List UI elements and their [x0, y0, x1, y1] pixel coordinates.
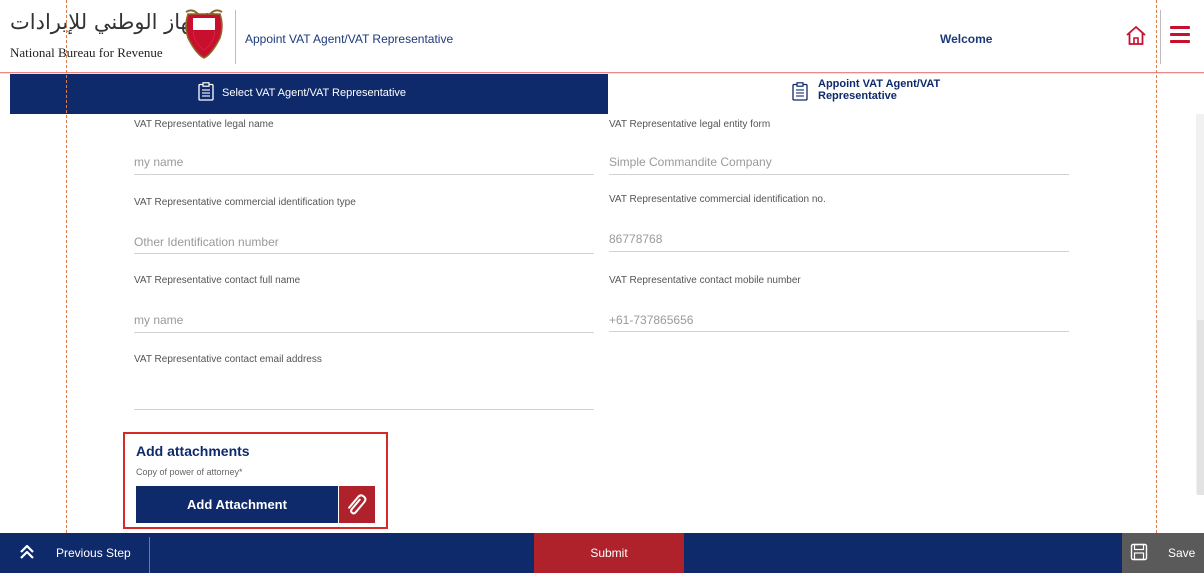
commercial-id-type-field[interactable]: Other Identification number	[134, 235, 279, 249]
contact-full-name-label: VAT Representative contact full name	[134, 275, 301, 286]
contact-full-name-field[interactable]: my name	[134, 313, 183, 327]
page-title: Appoint VAT Agent/VAT Representative	[245, 32, 454, 46]
save-button[interactable]: Save	[1122, 533, 1204, 573]
guide-line	[1156, 0, 1157, 573]
submit-button[interactable]: Submit	[534, 533, 684, 573]
emblem-icon	[185, 9, 223, 59]
attach-clip-button[interactable]	[339, 486, 375, 523]
header-divider-right	[1160, 10, 1161, 64]
logo-english-text: National Bureau for Revenue	[10, 45, 163, 60]
clipboard-icon	[792, 82, 808, 101]
save-label: Save	[1168, 546, 1196, 560]
field-underline	[609, 251, 1069, 252]
step-label: Select VAT Agent/VAT Representative	[222, 87, 407, 99]
legal-name-field[interactable]: my name	[134, 155, 183, 169]
step-select-agent[interactable]: Select VAT Agent/VAT Representative	[10, 74, 608, 114]
step-label: Appoint VAT Agent/VAT Representative	[818, 78, 941, 102]
header-divider	[235, 10, 236, 64]
home-icon[interactable]	[1124, 24, 1148, 48]
logo[interactable]: الجهاز الوطني للإيرادات National Bureau …	[8, 8, 228, 66]
commercial-id-type-label: VAT Representative commercial identifica…	[134, 197, 356, 208]
previous-step-button[interactable]: Previous Step	[0, 533, 148, 573]
field-underline	[609, 174, 1069, 175]
legal-name-label: VAT Representative legal name	[134, 119, 274, 130]
field-underline	[609, 331, 1069, 332]
footer-bar: Previous Step Submit Save	[0, 533, 1204, 573]
commercial-id-no-field[interactable]: 86778768	[609, 232, 662, 246]
contact-mobile-label: VAT Representative contact mobile number	[609, 275, 801, 286]
attachments-title: Add attachments	[136, 443, 250, 459]
field-underline	[134, 332, 594, 333]
chevron-double-up-icon	[20, 544, 34, 559]
attachments-section: Add attachments Copy of power of attorne…	[123, 432, 388, 529]
guide-line	[66, 0, 67, 573]
paperclip-icon	[348, 494, 367, 515]
previous-step-label: Previous Step	[56, 546, 131, 560]
header-bottom-line	[0, 72, 1204, 73]
add-attachment-button[interactable]: Add Attachment	[136, 486, 338, 523]
field-underline	[134, 253, 594, 254]
field-underline	[134, 174, 594, 175]
hamburger-menu-icon[interactable]	[1170, 26, 1190, 44]
legal-entity-form-label: VAT Representative legal entity form	[609, 119, 771, 130]
footer-divider	[149, 537, 150, 573]
save-icon	[1130, 543, 1148, 561]
contact-mobile-field[interactable]: +61-737865656	[609, 313, 693, 327]
step-appoint-agent[interactable]: Appoint VAT Agent/VAT Representative	[608, 74, 1204, 114]
scrollbar-thumb[interactable]	[1197, 320, 1204, 495]
welcome-text: Welcome	[940, 32, 993, 46]
commercial-id-no-label: VAT Representative commercial identifica…	[609, 194, 826, 205]
clipboard-icon	[198, 82, 214, 101]
app-header: الجهاز الوطني للإيرادات National Bureau …	[0, 0, 1204, 74]
wizard-steps: Select VAT Agent/VAT Representative Appo…	[0, 74, 1204, 114]
attachments-subtitle: Copy of power of attorney*	[136, 467, 243, 477]
field-underline	[134, 409, 594, 410]
contact-email-label: VAT Representative contact email address	[134, 354, 322, 365]
legal-entity-form-field[interactable]: Simple Commandite Company	[609, 155, 772, 169]
